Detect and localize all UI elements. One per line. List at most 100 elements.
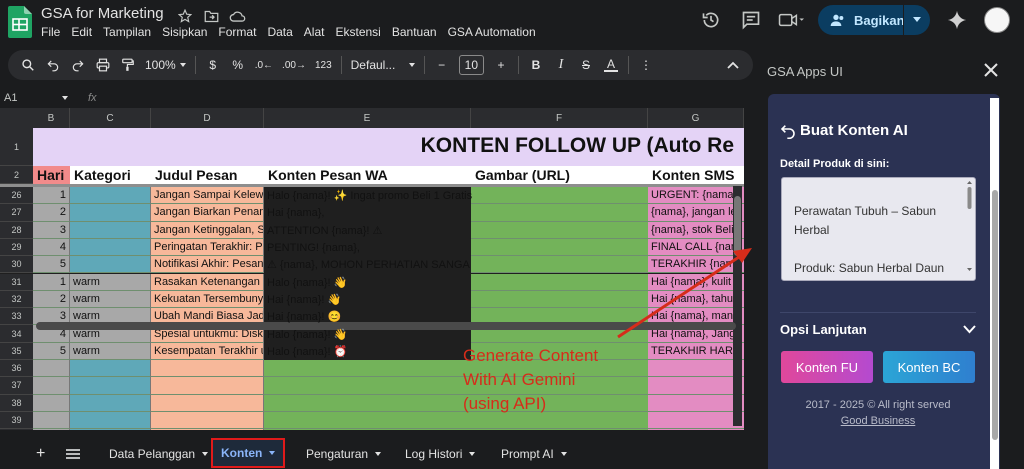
cell-kategori[interactable] [70,394,151,412]
cell-konten-wa[interactable] [264,394,471,412]
move-folder-icon[interactable] [202,7,220,25]
row-header[interactable]: 36 [0,360,33,378]
menu-edit[interactable]: Edit [71,25,92,39]
cell-kategori[interactable] [70,187,151,205]
cell-konten-sms[interactable]: Hai {nama}, tahu [648,290,744,309]
row-header[interactable]: 37 [0,377,33,395]
product-detail-textarea[interactable]: Perawatan Tubuh – Sabun Herbal Produk: S… [781,177,976,281]
cell-kategori[interactable] [70,204,151,222]
cell-konten-wa[interactable]: Hai {nama}, [264,204,648,221]
cell-konten-sms[interactable]: TERAKHIR {nama [648,256,744,274]
add-sheet-icon[interactable]: + [36,443,45,465]
row-header[interactable]: 35 [0,342,33,360]
tab-menu-icon[interactable] [269,451,276,455]
cell-konten-sms[interactable]: FINAL CALL {nam [648,238,744,257]
cell-hari[interactable] [33,394,70,412]
cell-konten-wa[interactable]: Hai {nama}! 😊 [264,308,648,325]
name-box[interactable]: A1 [0,92,70,104]
tab-prompt-ai[interactable]: Prompt AI [501,443,567,465]
cell-konten-wa[interactable]: PENTING! {nama}, [264,239,648,256]
tab-konten[interactable]: Konten [211,438,286,468]
text-color-icon[interactable]: A [603,55,619,75]
cell-konten-wa[interactable]: ⚠ {nama}, MOHON PERHATIAN SANGA [264,256,648,273]
tab-pengaturan[interactable]: Pengaturan [306,443,382,465]
tab-data-pelanggan[interactable]: Data Pelanggan [109,443,209,465]
cell-konten-sms[interactable] [648,360,744,378]
cell-konten-wa[interactable] [264,360,471,378]
cell-judul[interactable]: Peringatan Terakhir: Pr [151,238,264,257]
menu-help[interactable]: Bantuan [392,25,437,39]
font-size-input[interactable]: 10 [458,55,484,75]
font-select[interactable]: Defaul... [351,55,415,75]
doc-title[interactable]: GSA for Marketing [41,5,164,22]
close-icon[interactable] [981,60,1001,80]
tab-menu-icon[interactable] [375,452,382,456]
row-header[interactable]: 31 [0,273,33,291]
cell-hari[interactable] [33,377,70,395]
tab-menu-icon[interactable] [202,452,209,456]
cell-kategori[interactable] [70,221,151,239]
panel-scrollbar[interactable] [990,98,999,469]
cell-kategori[interactable]: warm [70,273,151,291]
cell-konten-wa[interactable]: Halo {nama}! ✨ Ingat promo Beli 1 Gratis [264,187,648,204]
cell-kategori[interactable] [70,256,151,274]
column-header-f[interactable]: F [471,108,648,128]
menu-extensions[interactable]: Ekstensi [335,25,380,39]
header-cell-gambar[interactable]: Gambar (URL) [471,166,648,184]
cell-hari[interactable] [33,429,70,430]
menu-gsa-automation[interactable]: GSA Automation [448,25,536,39]
cell-kategori[interactable] [70,377,151,395]
cell-hari[interactable]: 1 [33,187,70,205]
collapse-toolbar-icon[interactable] [725,55,741,75]
cell-judul[interactable]: Jangan Biarkan Penam [151,204,264,222]
cell-konten-wa[interactable] [264,377,471,395]
header-cell-judul[interactable]: Judul Pesan [151,166,264,184]
cell-konten-sms[interactable] [648,394,744,412]
row-header[interactable]: 28 [0,221,33,239]
cell-hari[interactable]: 1 [33,273,70,291]
font-size-increase-icon[interactable]: + [493,55,509,75]
comment-icon[interactable] [738,7,764,33]
search-menus-icon[interactable] [20,55,36,75]
cell-judul[interactable] [151,377,264,395]
column-header-c[interactable]: C [70,108,151,128]
row-header[interactable]: 40 [0,429,33,430]
strikethrough-icon[interactable]: S [578,55,594,75]
row-header[interactable]: 2 [0,166,33,184]
cell-konten-sms[interactable]: TERAKHIR HAR [648,342,744,360]
zoom-select[interactable]: 100% [145,55,186,75]
menu-view[interactable]: Tampilan [103,25,151,39]
cell-konten-wa[interactable]: Halo {nama}! ⏰ [264,343,648,360]
cell-hari[interactable] [33,360,70,378]
textarea-scrollbar[interactable] [966,181,973,277]
currency-format-button[interactable]: $ [205,55,221,75]
meet-video-icon[interactable] [778,7,804,33]
undo-icon[interactable] [45,55,61,75]
gemini-sparkle-icon[interactable] [944,7,970,33]
share-button[interactable]: Bagikan [818,5,930,35]
cell-kategori[interactable] [70,238,151,257]
row-header[interactable]: 26 [0,187,33,205]
cell-judul[interactable]: Rasakan Ketenangan H [151,273,264,291]
history-icon[interactable] [698,7,724,33]
cell-konten-wa[interactable]: Hai {nama}! 👋 [264,291,648,308]
sheet-banner[interactable]: KONTEN FOLLOW UP (Auto Re [33,128,744,166]
decrease-decimal-button[interactable]: .0← [255,55,273,75]
cell-konten-sms[interactable]: {nama}, jangan le [648,204,744,222]
cloud-saved-icon[interactable] [228,7,246,25]
cell-gambar[interactable] [471,429,648,430]
cell-hari[interactable]: 5 [33,342,70,360]
cell-judul[interactable] [151,411,264,430]
row-header[interactable]: 34 [0,325,33,343]
percent-format-button[interactable]: % [230,55,246,75]
cell-kategori[interactable] [70,429,151,430]
header-cell-konten-sms[interactable]: Konten SMS [648,166,744,184]
tab-menu-icon[interactable] [469,452,476,456]
cell-judul[interactable]: Kekuatan Tersembunyi [151,290,264,309]
column-header-g[interactable]: G [648,108,744,128]
column-header-e[interactable]: E [264,108,471,128]
row-header[interactable]: 38 [0,394,33,412]
advanced-options-toggle[interactable]: Opsi Lanjutan [780,312,976,337]
row-header[interactable]: 30 [0,256,33,274]
redo-icon[interactable] [70,55,86,75]
